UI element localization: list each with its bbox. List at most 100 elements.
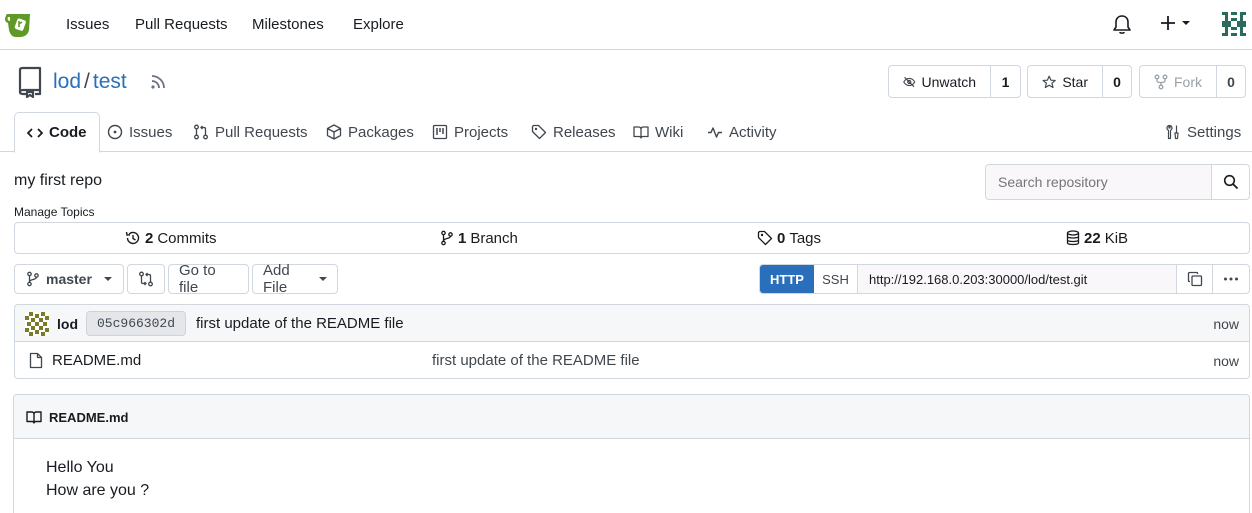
- branch-count: 1: [458, 229, 467, 247]
- chevron-down-icon: [103, 277, 112, 281]
- unwatch-button[interactable]: Unwatch: [889, 66, 991, 97]
- history-icon: [125, 231, 140, 245]
- add-file-button[interactable]: Add File: [252, 262, 338, 296]
- branch-icon: [27, 271, 39, 287]
- more-options-button[interactable]: [1213, 265, 1249, 293]
- tag-icon: [757, 230, 773, 246]
- table-row: README.md first update of the README fil…: [15, 343, 1249, 379]
- size-value: 22: [1084, 229, 1101, 247]
- fork-button-group: Fork 0: [1139, 65, 1246, 98]
- user-avatar[interactable]: [1222, 12, 1246, 36]
- tab-settings[interactable]: Settings: [1165, 112, 1241, 152]
- branches-stat[interactable]: 1 Branch: [440, 223, 518, 253]
- tab-code[interactable]: Code: [14, 112, 100, 153]
- clone-url-input[interactable]: http://192.168.0.203:30000/lod/test.git: [858, 265, 1177, 293]
- commits-label: Commits: [157, 229, 217, 247]
- tab-releases-label: Releases: [553, 123, 616, 141]
- tab-packages[interactable]: Packages: [326, 112, 414, 152]
- book-icon: [633, 126, 649, 139]
- tab-activity[interactable]: Activity: [707, 112, 777, 152]
- pulse-icon: [708, 127, 722, 138]
- branch-icon: [441, 230, 453, 246]
- branch-selector[interactable]: master: [14, 264, 124, 294]
- repo-tabs: Code Issues Pull Requests Packages Proje…: [0, 112, 1252, 153]
- tab-activity-label: Activity: [729, 123, 777, 141]
- tab-releases[interactable]: Releases: [531, 112, 616, 152]
- package-icon: [326, 124, 342, 140]
- forks-count[interactable]: 0: [1217, 66, 1245, 97]
- project-icon: [432, 124, 448, 140]
- repo-name-link[interactable]: test: [93, 70, 127, 93]
- commit-sha-button[interactable]: 05c966302d: [86, 311, 187, 336]
- commits-count: 2: [145, 229, 154, 247]
- bell-icon[interactable]: [1112, 13, 1132, 35]
- tags-stat[interactable]: 0 Tags: [757, 223, 821, 253]
- top-navbar: Issues Pull Requests Milestones Explore: [0, 0, 1252, 50]
- compare-button[interactable]: [127, 264, 165, 294]
- tab-code-label: Code: [49, 124, 87, 141]
- commits-stat[interactable]: 2 Commits: [125, 223, 217, 253]
- stars-count[interactable]: 0: [1103, 66, 1131, 97]
- nav-pull-requests-link[interactable]: Pull Requests: [135, 16, 228, 33]
- gitea-logo-icon[interactable]: [4, 10, 36, 40]
- latest-commit-row: lod 05c966302d first update of the READM…: [15, 305, 1249, 342]
- rss-icon[interactable]: [150, 74, 166, 90]
- http-clone-button[interactable]: HTTP: [760, 265, 814, 293]
- search-input[interactable]: [986, 165, 1211, 199]
- star-label: Star: [1062, 73, 1088, 90]
- ssh-clone-button[interactable]: SSH: [814, 265, 858, 293]
- repo-search: [985, 164, 1250, 200]
- eye-slash-icon: [903, 76, 916, 87]
- repo-description: my first repo: [14, 172, 103, 189]
- file-list: lod 05c966302d first update of the READM…: [14, 304, 1250, 379]
- fork-label: Fork: [1174, 73, 1202, 90]
- tab-projects[interactable]: Projects: [432, 112, 508, 152]
- repo-stats-bar: 2 Commits 1 Branch 0 Tags 22 KiB: [14, 222, 1250, 254]
- star-icon: [1042, 75, 1056, 88]
- tags-count: 0: [777, 229, 786, 247]
- go-to-file-button[interactable]: Go to file: [168, 262, 249, 296]
- create-menu-button[interactable]: [1160, 15, 1190, 31]
- readme-line: Hello You: [46, 459, 114, 476]
- book-icon: [25, 409, 43, 425]
- branch-name: master: [46, 271, 92, 287]
- watchers-count[interactable]: 1: [991, 66, 1020, 97]
- readme-line: How are you ?: [46, 482, 150, 499]
- tab-wiki[interactable]: Wiki: [633, 112, 683, 152]
- search-button[interactable]: [1211, 165, 1249, 199]
- tab-issues[interactable]: Issues: [107, 112, 172, 152]
- readme-title[interactable]: README.md: [49, 410, 128, 425]
- size-unit: KiB: [1104, 229, 1129, 247]
- commit-message[interactable]: first update of the README file: [196, 315, 404, 332]
- watch-button-group: Unwatch 1: [888, 65, 1021, 98]
- star-button[interactable]: Star: [1028, 66, 1103, 97]
- kebab-horizontal-icon: [1224, 277, 1238, 281]
- git-compare-icon: [139, 271, 153, 287]
- readme-header: README.md: [14, 395, 1249, 439]
- commit-author[interactable]: lod: [57, 316, 78, 332]
- clone-panel: HTTP SSH http://192.168.0.203:30000/lod/…: [759, 264, 1250, 294]
- tab-packages-label: Packages: [348, 123, 414, 141]
- tab-pull-requests[interactable]: Pull Requests: [193, 112, 308, 152]
- unwatch-label: Unwatch: [921, 73, 976, 90]
- readme-content: Hello You How are you ?: [46, 456, 149, 502]
- author-avatar[interactable]: [25, 312, 49, 336]
- manage-topics-link[interactable]: Manage Topics: [14, 205, 95, 219]
- repo-title: lod / test: [53, 70, 127, 94]
- repo-owner-link[interactable]: lod: [53, 70, 81, 93]
- file-commit-message[interactable]: first update of the README file: [432, 352, 640, 369]
- copy-icon: [1187, 271, 1202, 287]
- nav-milestones-link[interactable]: Milestones: [252, 16, 324, 33]
- fork-button[interactable]: Fork: [1140, 66, 1217, 97]
- tab-wiki-label: Wiki: [655, 123, 684, 141]
- tab-issues-label: Issues: [129, 123, 173, 141]
- size-stat: 22 KiB: [1066, 223, 1128, 253]
- nav-issues-link[interactable]: Issues: [66, 16, 109, 33]
- commit-time: now: [1213, 316, 1239, 332]
- chevron-down-icon: [1182, 21, 1190, 25]
- code-icon: [27, 127, 43, 138]
- copy-url-button[interactable]: [1177, 265, 1213, 293]
- file-name-link[interactable]: README.md: [52, 352, 141, 369]
- nav-explore-link[interactable]: Explore: [353, 16, 404, 33]
- fork-icon: [1154, 74, 1168, 89]
